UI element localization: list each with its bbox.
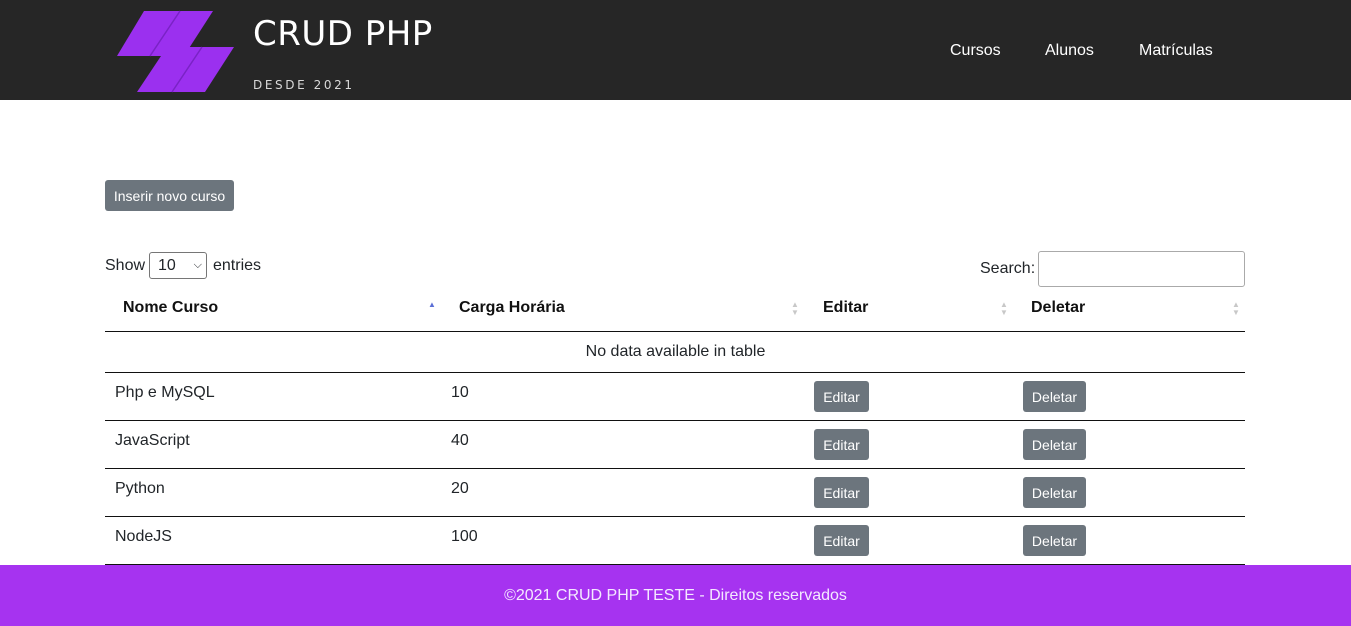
sort-icon: ▲ ▼ xyxy=(791,300,799,317)
site-footer: ©2021 CRUD PHP TESTE - Direitos reservad… xyxy=(0,565,1351,626)
divider xyxy=(105,372,1245,373)
column-header-carga-horaria[interactable]: Carga Horária xyxy=(459,299,565,317)
page-size-select[interactable]: 10 ⌵ xyxy=(149,252,207,279)
divider xyxy=(105,516,1245,517)
empty-table-message: No data available in table xyxy=(585,343,766,360)
insert-course-button[interactable]: Inserir novo curso xyxy=(105,180,234,211)
delete-button[interactable]: Deletar xyxy=(1023,525,1086,556)
course-hours: 10 xyxy=(451,384,469,401)
column-header-editar[interactable]: Editar xyxy=(823,299,868,317)
course-name: Php e MySQL xyxy=(115,384,215,401)
course-hours: 20 xyxy=(451,480,469,497)
delete-button[interactable]: Deletar xyxy=(1023,381,1086,412)
sort-icon: ▲ ▼ xyxy=(1232,300,1240,317)
page-size-value: 10 xyxy=(158,257,176,274)
divider xyxy=(105,420,1245,421)
edit-button[interactable]: Editar xyxy=(814,381,869,412)
search-label: Search: xyxy=(980,260,1036,277)
course-name: JavaScript xyxy=(115,432,190,449)
course-hours: 40 xyxy=(451,432,469,449)
footer-text: ©2021 CRUD PHP TESTE - Direitos reservad… xyxy=(504,586,847,604)
delete-button[interactable]: Deletar xyxy=(1023,477,1086,508)
column-header-nome-curso[interactable]: Nome Curso xyxy=(123,299,218,317)
course-name: Python xyxy=(115,480,165,497)
edit-button[interactable]: Editar xyxy=(814,429,869,460)
edit-button[interactable]: Editar xyxy=(814,525,869,556)
course-name: NodeJS xyxy=(115,528,172,545)
nav-matriculas[interactable]: Matrículas xyxy=(1139,42,1213,60)
site-header: CRUD PHP DESDE 2021 Cursos Alunos Matríc… xyxy=(0,0,1351,100)
divider xyxy=(105,468,1245,469)
chevron-down-icon: ⌵ xyxy=(193,259,202,271)
nav-cursos[interactable]: Cursos xyxy=(950,42,1001,60)
sort-icon: ▲ xyxy=(428,300,436,309)
brand-subtitle: DESDE 2021 xyxy=(253,78,355,92)
edit-button[interactable]: Editar xyxy=(814,477,869,508)
show-label: Show xyxy=(105,257,146,274)
brand-title: CRUD PHP xyxy=(253,14,433,54)
course-hours: 100 xyxy=(451,528,478,545)
column-header-deletar[interactable]: Deletar xyxy=(1031,299,1085,317)
logo-icon xyxy=(117,10,234,93)
sort-icon: ▲ ▼ xyxy=(1000,300,1008,317)
delete-button[interactable]: Deletar xyxy=(1023,429,1086,460)
divider xyxy=(105,331,1245,332)
entries-label: entries xyxy=(213,257,262,274)
nav-alunos[interactable]: Alunos xyxy=(1045,42,1094,60)
search-input[interactable] xyxy=(1038,251,1245,287)
